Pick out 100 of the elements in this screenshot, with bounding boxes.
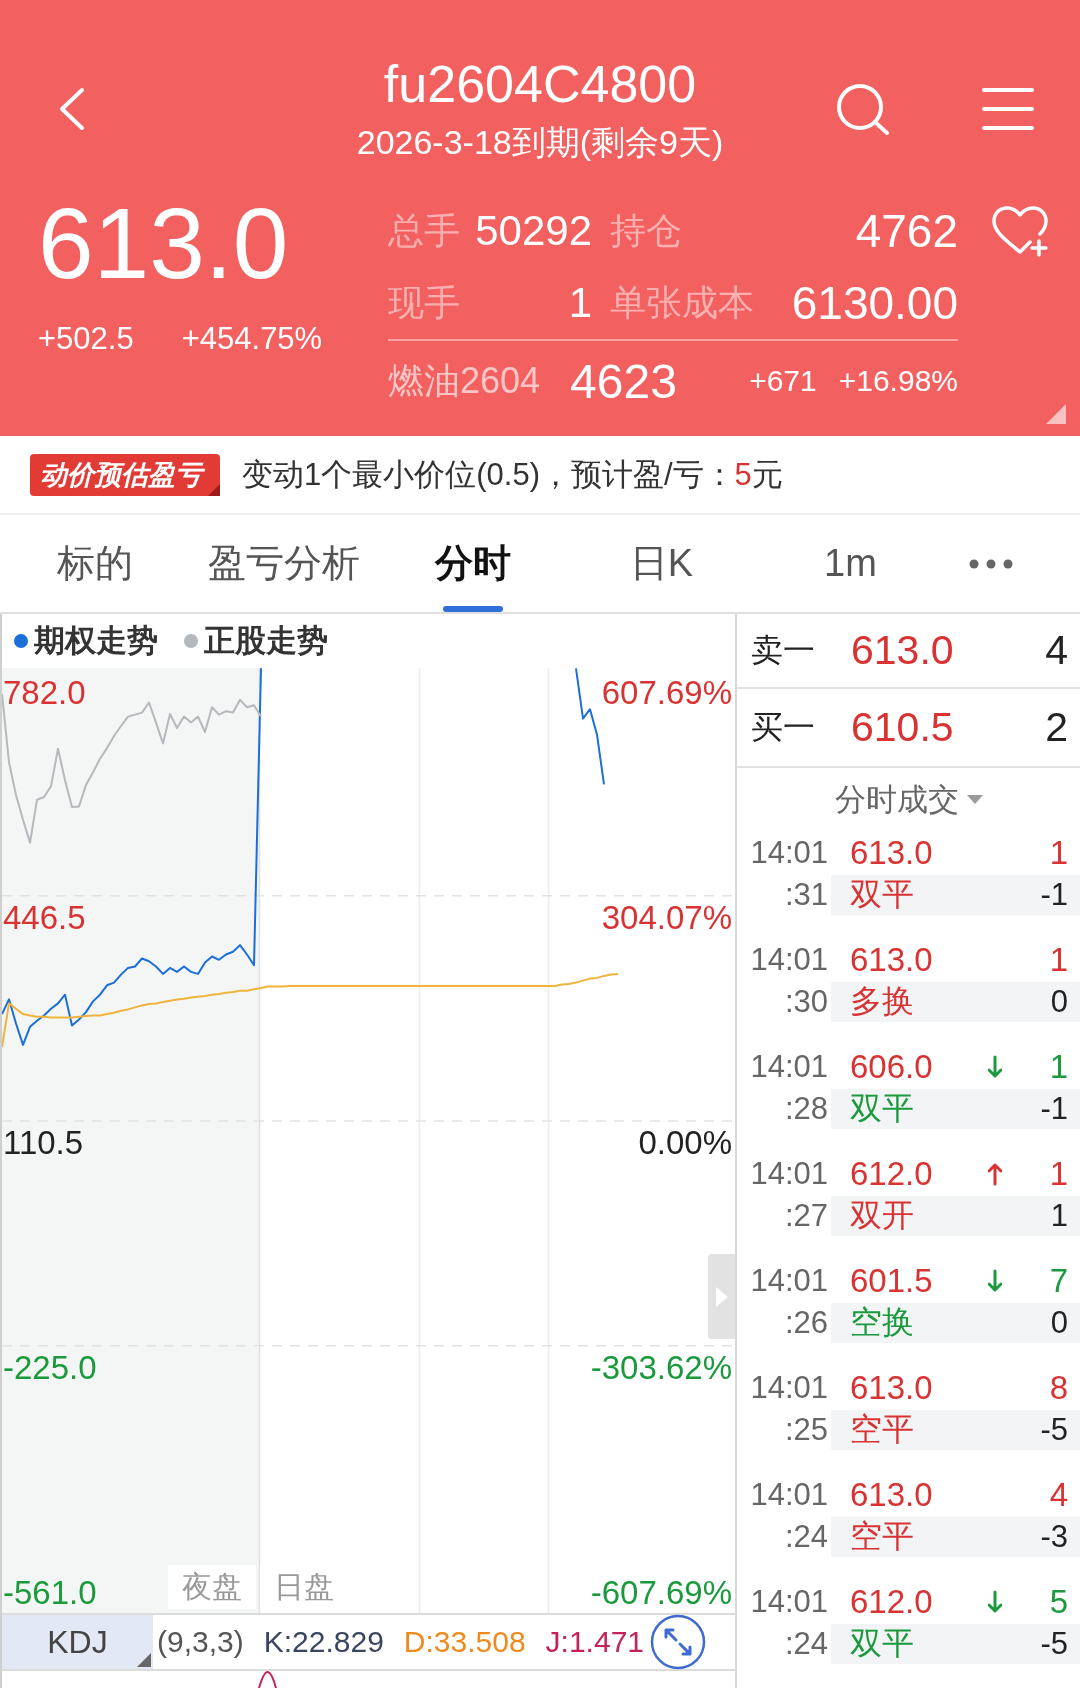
- trade-volume: 1: [1048, 1048, 1068, 1086]
- percent-axis-label: 607.69%: [601, 673, 732, 713]
- legend-label: 期权走势: [34, 622, 158, 660]
- menu-icon[interactable]: [982, 87, 1034, 131]
- open-interest-change: -5: [1040, 1626, 1068, 1662]
- trade-price: 612.0: [850, 1155, 933, 1193]
- order-level-label: 卖一: [751, 630, 815, 670]
- open-interest-change: -1: [1040, 1091, 1068, 1127]
- order-volume: 4: [1045, 627, 1068, 674]
- tab[interactable]: 盈亏分析: [189, 515, 378, 612]
- corner-triangle-icon: [137, 1653, 151, 1667]
- trade-price: 601.5: [850, 1262, 933, 1300]
- trade-price: 613.0: [850, 834, 933, 872]
- stat-value: 1: [567, 279, 592, 327]
- side-panel-handle[interactable]: [708, 1254, 735, 1339]
- trade-volume: 1: [1048, 834, 1068, 872]
- trade-type: 空换: [850, 1303, 914, 1342]
- order-price: 613.0: [851, 627, 954, 674]
- trade-seconds: :25: [783, 1412, 828, 1448]
- order-volume: 2: [1045, 704, 1068, 751]
- trade-price: 613.0: [850, 941, 933, 979]
- trade-type: 空平: [850, 1410, 914, 1449]
- tab[interactable]: 标的: [0, 515, 189, 612]
- trade-time: 14:01: [749, 1584, 828, 1620]
- session-label: 夜盘: [168, 1565, 256, 1609]
- stat-value: 4762: [854, 204, 958, 258]
- trade-volume: 1: [1048, 1155, 1068, 1193]
- order-level-label: 买一: [751, 707, 815, 747]
- tab[interactable]: 分时: [378, 515, 567, 612]
- tab[interactable]: 日K: [567, 515, 756, 612]
- open-interest-change: 0: [1050, 1305, 1068, 1341]
- caret-down-icon: [966, 794, 983, 805]
- percent-axis-label: 304.07%: [601, 897, 732, 938]
- trade-time: 14:01: [749, 1156, 828, 1192]
- triangle-right-icon: [715, 1286, 728, 1307]
- underlying-change-percent: +16.98%: [838, 364, 958, 398]
- underlying-name: 燃油2604: [388, 358, 541, 403]
- trade-price: 612.0: [850, 1583, 933, 1621]
- trade-price: 613.0: [850, 1369, 933, 1407]
- percent-axis-label: -303.62%: [590, 1347, 732, 1388]
- y-axis-label: 446.5: [3, 897, 86, 938]
- heart-plus-icon[interactable]: [990, 205, 1050, 257]
- trade-seconds: :28: [783, 1091, 828, 1127]
- trade-volume: 5: [1048, 1583, 1068, 1621]
- trade-type: 双平: [850, 875, 914, 914]
- corner-triangle-icon: [1046, 404, 1066, 424]
- open-interest-change: -5: [1040, 1412, 1068, 1448]
- stat-label: 现手: [388, 280, 461, 325]
- trade-list-dropdown[interactable]: 分时成交: [834, 778, 983, 821]
- trade-volume: 8: [1048, 1369, 1068, 1407]
- stat-label: 总手: [388, 208, 461, 253]
- last-price: 613.0: [38, 193, 290, 293]
- open-interest-change: 0: [1050, 984, 1068, 1020]
- trade-type: 空平: [850, 1517, 914, 1556]
- stat-label: 持仓: [609, 208, 682, 253]
- price-change: +502.5: [38, 320, 134, 358]
- tab[interactable]: 1m: [756, 515, 945, 612]
- trade-price: 613.0: [850, 1476, 933, 1514]
- trade-time: 14:01: [749, 942, 828, 978]
- trade-volume: 7: [1048, 1262, 1068, 1300]
- y-axis-label: 782.0: [3, 673, 86, 713]
- legend-label: 正股走势: [204, 622, 328, 660]
- estimate-badge: 动价预估盈亏: [30, 453, 220, 496]
- trade-seconds: :27: [783, 1198, 828, 1234]
- y-axis-label: 110.5: [3, 1123, 84, 1163]
- trade-time: 14:01: [749, 1263, 828, 1299]
- price-change-percent: +454.75%: [181, 320, 323, 358]
- kdj-line: [258, 1671, 278, 1688]
- order-price: 610.5: [851, 704, 954, 751]
- more-icon[interactable]: [969, 558, 1013, 569]
- trade-price: 606.0: [850, 1048, 933, 1086]
- open-interest-change: 1: [1050, 1198, 1068, 1234]
- contract-title: fu2604C4800: [382, 54, 698, 114]
- trade-time: 14:01: [749, 1477, 828, 1513]
- trade-time: 14:01: [749, 1049, 828, 1085]
- trade-time: 14:01: [749, 835, 828, 871]
- percent-axis-label: 0.00%: [638, 1123, 732, 1163]
- trade-volume: 4: [1048, 1476, 1068, 1514]
- trade-seconds: :30: [783, 984, 828, 1020]
- stat-value: 6130.00: [790, 276, 958, 330]
- indicator-params: (9,3,3): [157, 1625, 244, 1659]
- indicator-value: J:1.471: [545, 1625, 644, 1659]
- trade-seconds: :31: [783, 877, 828, 913]
- expand-icon[interactable]: [650, 1614, 706, 1670]
- indicator-value: K:22.829: [263, 1625, 384, 1659]
- back-icon[interactable]: [59, 87, 85, 131]
- percent-axis-label: -607.69%: [590, 1572, 732, 1613]
- trade-type: 双平: [850, 1624, 914, 1663]
- trade-type: 多换: [850, 982, 914, 1021]
- underlying-change: +671: [749, 364, 817, 398]
- y-axis-label: -225.0: [3, 1347, 97, 1388]
- trade-type: 双开: [850, 1196, 914, 1235]
- open-interest-change: -1: [1040, 877, 1068, 913]
- stat-value: 50292: [474, 207, 592, 255]
- expiry-date: 2026-3-18到期(剩余9天): [356, 122, 724, 163]
- underlying-price: 4623: [570, 353, 677, 409]
- indicator-selector[interactable]: KDJ: [2, 1615, 153, 1669]
- y-axis-label: -561.0: [3, 1572, 97, 1613]
- indicator-value: D:33.508: [403, 1625, 526, 1659]
- search-icon[interactable]: [835, 82, 891, 136]
